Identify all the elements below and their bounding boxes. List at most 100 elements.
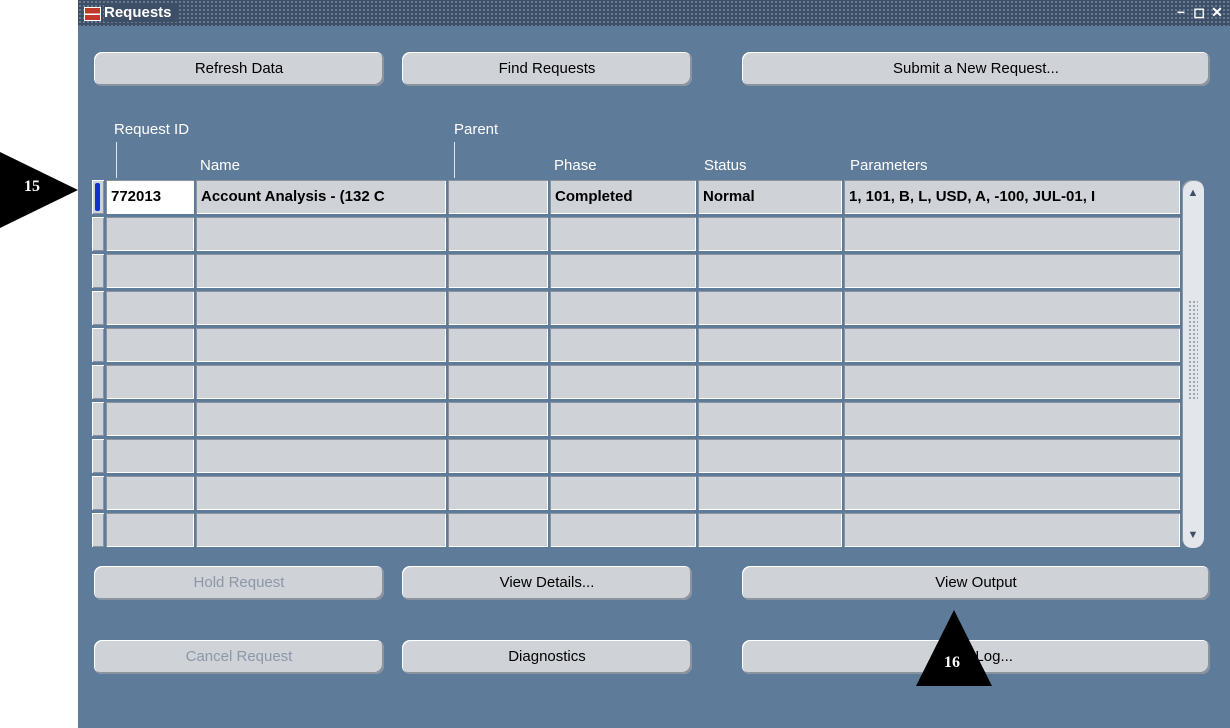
- cell-status[interactable]: [698, 254, 842, 288]
- cell-status[interactable]: [698, 328, 842, 362]
- cancel-request-button[interactable]: Cancel Request: [94, 640, 384, 674]
- record-indicator[interactable]: [92, 439, 104, 473]
- vertical-scrollbar[interactable]: ▲ ▼: [1182, 180, 1204, 548]
- record-indicator[interactable]: [92, 513, 104, 547]
- scroll-thumb[interactable]: [1188, 300, 1198, 400]
- column-header-name: Name: [200, 157, 241, 174]
- cell-name[interactable]: [196, 217, 446, 251]
- cell-request-id[interactable]: [106, 365, 194, 399]
- cell-request-id[interactable]: [106, 217, 194, 251]
- cell-phase[interactable]: [550, 513, 696, 547]
- cell-parent[interactable]: [448, 365, 548, 399]
- cell-phase[interactable]: [550, 291, 696, 325]
- oracle-app-icon: [84, 7, 101, 21]
- column-header-phase: Phase: [554, 157, 597, 174]
- cell-phase[interactable]: [550, 476, 696, 510]
- diagnostics-button[interactable]: Diagnostics: [402, 640, 692, 674]
- cell-parent[interactable]: [448, 402, 548, 436]
- column-header-request-id: Request ID: [114, 121, 190, 138]
- record-indicator[interactable]: [92, 291, 104, 325]
- cell-parameters[interactable]: [844, 365, 1180, 399]
- cell-parameters[interactable]: [844, 254, 1180, 288]
- refresh-data-button[interactable]: Refresh Data: [94, 52, 384, 86]
- cell-status[interactable]: [698, 439, 842, 473]
- cell-parent[interactable]: [448, 217, 548, 251]
- scroll-up-icon[interactable]: ▲: [1184, 184, 1202, 202]
- column-header-parent: Parent: [454, 121, 499, 138]
- record-indicator[interactable]: [92, 254, 104, 288]
- cell-request-id[interactable]: 772013: [106, 180, 194, 214]
- cell-parent[interactable]: [448, 328, 548, 362]
- callout-arrow-right-icon: [0, 152, 78, 228]
- title-bar[interactable]: Requests − ◻ ✕: [78, 0, 1230, 26]
- view-details-button[interactable]: View Details...: [402, 566, 692, 600]
- cell-status[interactable]: [698, 476, 842, 510]
- cell-phase[interactable]: [550, 328, 696, 362]
- cell-request-id[interactable]: [106, 402, 194, 436]
- cell-status[interactable]: [698, 402, 842, 436]
- cell-status[interactable]: [698, 513, 842, 547]
- cell-parent[interactable]: [448, 291, 548, 325]
- minimize-icon[interactable]: −: [1172, 2, 1190, 22]
- cell-status[interactable]: [698, 365, 842, 399]
- record-indicator[interactable]: [92, 328, 104, 362]
- cell-status[interactable]: Normal: [698, 180, 842, 214]
- cell-parameters[interactable]: [844, 513, 1180, 547]
- view-output-button[interactable]: View Output: [742, 566, 1210, 600]
- scroll-down-icon[interactable]: ▼: [1184, 526, 1202, 544]
- cell-name[interactable]: [196, 513, 446, 547]
- cell-parameters[interactable]: 1, 101, B, L, USD, A, -100, JUL-01, I: [844, 180, 1180, 214]
- cell-request-id[interactable]: [106, 328, 194, 362]
- window-title: Requests: [104, 4, 178, 22]
- callout-arrow-up-icon: [916, 610, 992, 686]
- submit-new-request-button[interactable]: Submit a New Request...: [742, 52, 1210, 86]
- cell-status[interactable]: [698, 291, 842, 325]
- find-requests-button[interactable]: Find Requests: [402, 52, 692, 86]
- cell-parent[interactable]: [448, 513, 548, 547]
- cell-parent[interactable]: [448, 254, 548, 288]
- hold-request-button[interactable]: Hold Request: [94, 566, 384, 600]
- cell-phase[interactable]: [550, 439, 696, 473]
- record-indicator[interactable]: [92, 180, 104, 214]
- record-indicator[interactable]: [92, 365, 104, 399]
- cell-request-id[interactable]: [106, 476, 194, 510]
- record-indicator[interactable]: [92, 217, 104, 251]
- cell-status[interactable]: [698, 217, 842, 251]
- cell-parameters[interactable]: [844, 476, 1180, 510]
- cell-request-id[interactable]: [106, 254, 194, 288]
- cell-parameters[interactable]: [844, 291, 1180, 325]
- header-divider: [116, 142, 117, 178]
- close-icon[interactable]: ✕: [1208, 2, 1226, 22]
- cell-name[interactable]: [196, 254, 446, 288]
- maximize-icon[interactable]: ◻: [1190, 2, 1208, 22]
- cell-phase[interactable]: [550, 254, 696, 288]
- cell-name[interactable]: Account Analysis - (132 C: [196, 180, 446, 214]
- requests-window: Requests − ◻ ✕ Refresh Data Find Request…: [78, 0, 1230, 728]
- cell-request-id[interactable]: [106, 439, 194, 473]
- column-header-status: Status: [704, 157, 747, 174]
- cell-name[interactable]: [196, 402, 446, 436]
- cell-name[interactable]: [196, 439, 446, 473]
- cell-name[interactable]: [196, 365, 446, 399]
- record-indicator[interactable]: [92, 476, 104, 510]
- cell-parent[interactable]: [448, 439, 548, 473]
- cell-parameters[interactable]: [844, 402, 1180, 436]
- cell-parameters[interactable]: [844, 439, 1180, 473]
- cell-name[interactable]: [196, 476, 446, 510]
- header-divider: [454, 142, 455, 178]
- cell-request-id[interactable]: [106, 513, 194, 547]
- cell-parameters[interactable]: [844, 217, 1180, 251]
- cell-phase[interactable]: [550, 365, 696, 399]
- cell-parameters[interactable]: [844, 328, 1180, 362]
- cell-phase[interactable]: Completed: [550, 180, 696, 214]
- cell-request-id[interactable]: [106, 291, 194, 325]
- cell-phase[interactable]: [550, 217, 696, 251]
- cell-parent[interactable]: [448, 180, 548, 214]
- cell-name[interactable]: [196, 328, 446, 362]
- callout-label-15: 15: [24, 178, 40, 195]
- column-header-parameters: Parameters: [850, 157, 928, 174]
- cell-parent[interactable]: [448, 476, 548, 510]
- cell-phase[interactable]: [550, 402, 696, 436]
- record-indicator[interactable]: [92, 402, 104, 436]
- cell-name[interactable]: [196, 291, 446, 325]
